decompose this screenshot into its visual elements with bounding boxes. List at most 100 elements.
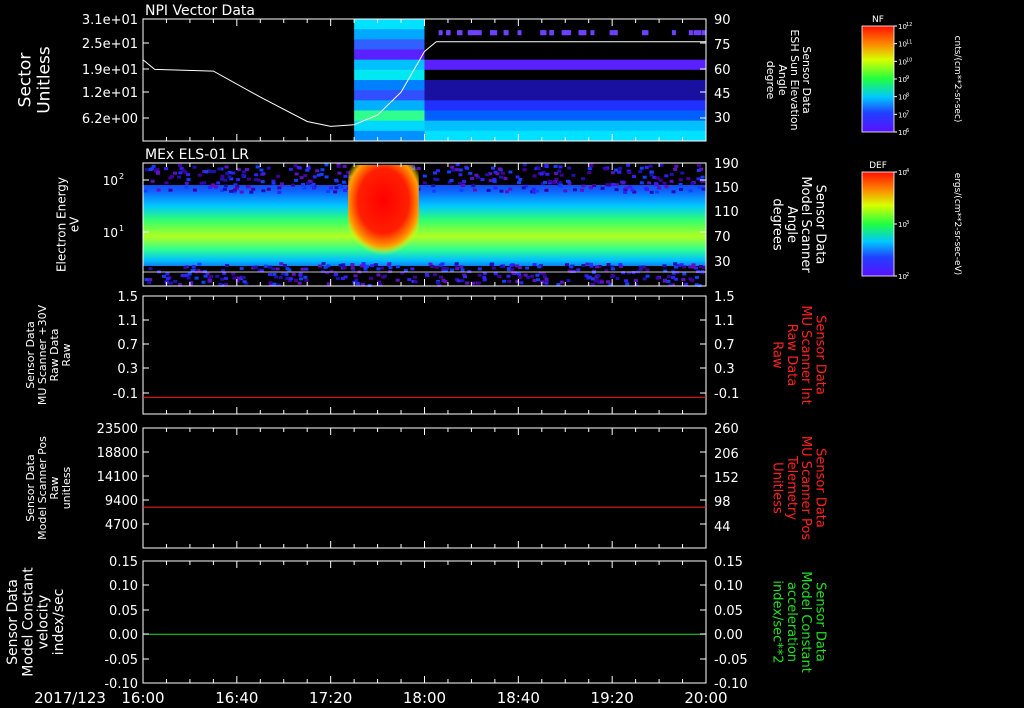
els-speckle	[434, 265, 439, 269]
els-speckle	[166, 277, 171, 281]
els-speckle	[596, 274, 601, 278]
els-speckle	[462, 180, 467, 184]
els-speckle	[506, 274, 511, 278]
els-speckle	[225, 172, 230, 176]
els-speckle	[615, 277, 620, 281]
els-speckle	[495, 172, 500, 176]
els-speckle	[236, 168, 241, 172]
npi-speckle	[549, 30, 554, 36]
els-speckle	[545, 172, 550, 176]
els-speckle	[697, 283, 702, 287]
els-speckle	[444, 266, 449, 270]
els-speckle	[618, 166, 623, 170]
els-speckle	[639, 181, 644, 185]
left-tick-label: 0.05	[109, 604, 138, 619]
els-speckle	[143, 189, 148, 193]
colorbar-title: NF	[872, 15, 884, 25]
npi-speckle	[503, 30, 508, 36]
npi-speckle	[693, 30, 698, 36]
els-speckle	[256, 178, 261, 182]
figure: 3.1e+01 2.5e+01 1.9e+01 1.2e+01 6.2e+00 90 75 6…	[5, 3, 962, 707]
els-speckle	[197, 173, 202, 177]
els-speckle	[694, 275, 699, 279]
npi-speckle	[697, 30, 702, 36]
els-speckle	[431, 184, 436, 188]
right-tick-label: 30	[714, 255, 731, 270]
els-speckle	[395, 278, 400, 282]
els-speckle	[623, 190, 628, 194]
npi-band-late	[424, 59, 706, 71]
els-speckle	[164, 167, 169, 171]
els-speckle	[644, 165, 649, 169]
right-axis-label: Telemetry	[784, 455, 799, 520]
time-tick-label: 18:00	[403, 689, 446, 707]
els-speckle	[222, 187, 227, 191]
date-label: 2017/123	[34, 689, 106, 707]
left-axis-label: Sensor Data	[24, 454, 37, 521]
els-speckle	[567, 166, 572, 170]
els-speckle	[236, 178, 241, 182]
els-speckle	[432, 189, 437, 193]
els-speckle	[465, 281, 470, 285]
els-speckle	[311, 182, 316, 186]
right-axis-label: MU Scanner Pos	[798, 436, 813, 541]
left-axis-label: Model Scanner Pos	[36, 436, 49, 540]
els-speckle	[580, 188, 585, 192]
els-speckle	[666, 279, 671, 283]
els-speckle	[644, 186, 649, 190]
npi-speckle	[489, 30, 494, 36]
els-speckle	[559, 280, 564, 284]
els-speckle	[607, 183, 612, 187]
els-speckle	[412, 275, 417, 279]
els-speckle	[335, 276, 340, 280]
npi-band-early	[354, 49, 425, 61]
els-speckle	[563, 189, 568, 193]
els-speckle	[492, 179, 497, 183]
els-speckle	[165, 272, 170, 276]
els-speckle	[251, 187, 256, 191]
els-speckle	[649, 190, 654, 194]
els-speckle	[236, 276, 241, 280]
els-speckle	[700, 175, 705, 179]
els-speckle	[649, 173, 654, 177]
els-speckle	[202, 181, 207, 185]
els-speckle	[477, 267, 482, 271]
els-speckle	[303, 275, 308, 279]
els-speckle	[548, 179, 553, 183]
els-speckle	[569, 265, 574, 269]
els-speckle	[186, 276, 191, 280]
els-speckle	[291, 272, 296, 276]
els-burst	[348, 165, 419, 255]
els-speckle	[564, 263, 569, 267]
els-speckle	[625, 282, 630, 286]
els-speckle	[168, 188, 173, 192]
right-axis-label: Sensor Data	[812, 185, 827, 265]
right-tick-label: 70	[714, 230, 731, 245]
els-speckle	[474, 173, 479, 177]
els-speckle	[302, 186, 307, 190]
npi-speckle	[590, 30, 595, 36]
els-speckle	[334, 178, 339, 182]
els-speckle	[499, 265, 504, 269]
left-axis-label: Sector	[16, 53, 36, 108]
colorbar-tick-exp: 12	[906, 22, 912, 28]
left-axis-label: Sensor Data	[24, 321, 37, 388]
colorbar-title: DEF	[869, 161, 887, 171]
time-tick-label: 16:00	[121, 689, 164, 707]
left-axis-label: Raw	[60, 343, 73, 366]
els-speckle	[304, 278, 309, 282]
els-speckle	[459, 265, 464, 269]
els-speckle	[507, 279, 512, 283]
els-speckle	[254, 173, 259, 177]
els-speckle	[571, 173, 576, 177]
npi-speckle	[458, 30, 463, 36]
npi-speckle	[467, 30, 472, 36]
npi-speckle	[613, 30, 618, 36]
els-speckle	[315, 169, 320, 173]
els-speckle	[581, 263, 586, 267]
npi-band-early	[354, 69, 425, 81]
els-speckle	[353, 274, 358, 278]
els-speckle	[259, 168, 264, 172]
els-speckle	[584, 274, 589, 278]
els-speckle	[297, 166, 302, 170]
